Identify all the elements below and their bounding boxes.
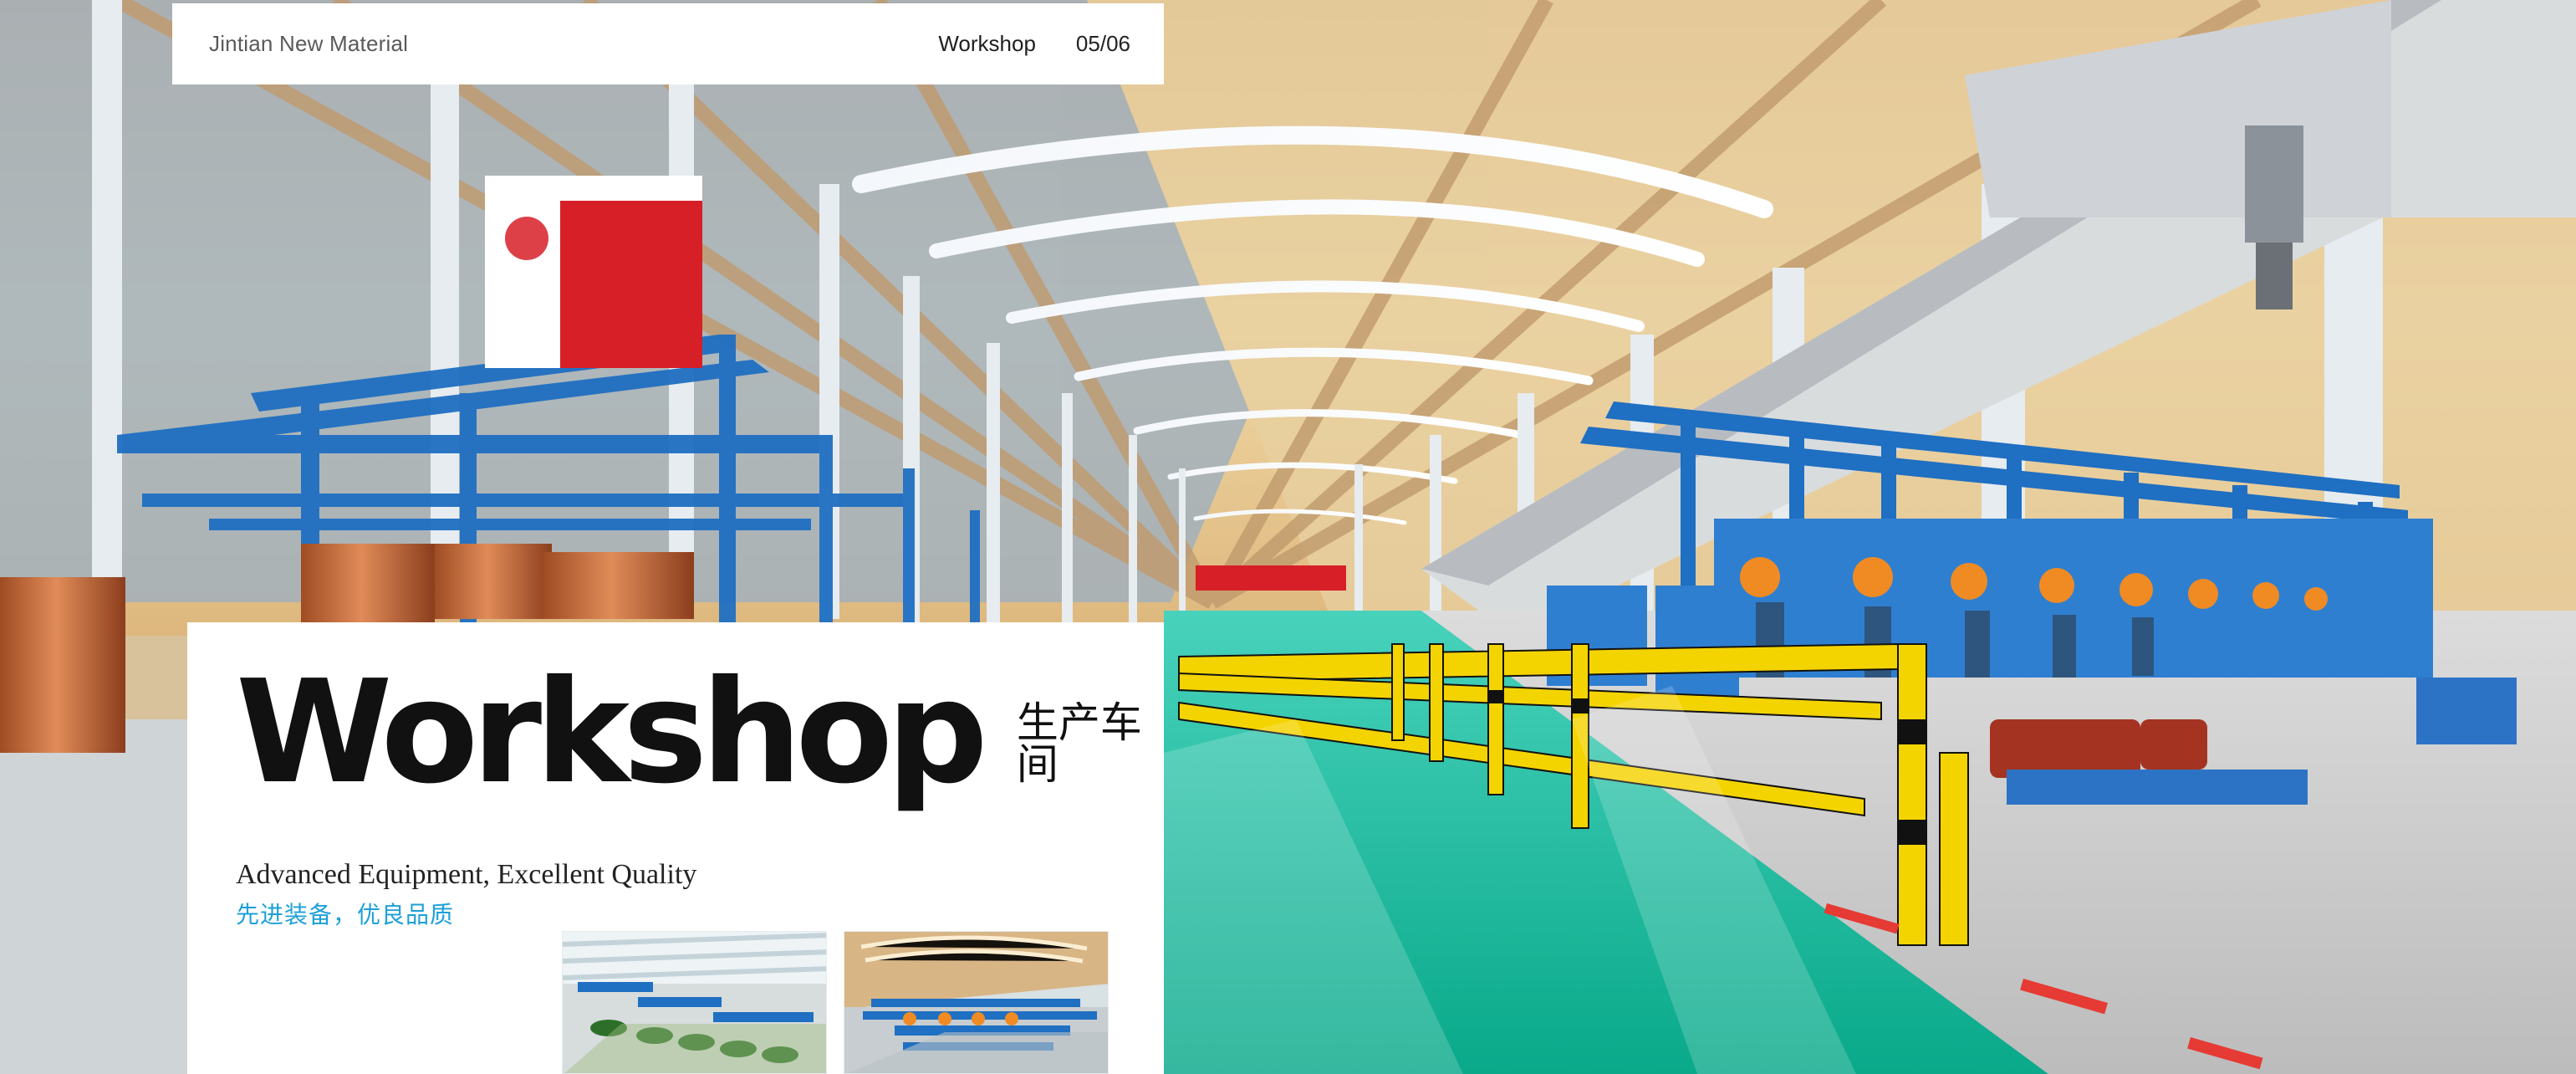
subtitle-english: Advanced Equipment, Excellent Quality (236, 859, 697, 890)
subtitle-chinese: 先进装备，优良品质 (236, 901, 455, 928)
page-title: Workshop (236, 650, 988, 816)
thumbnail-photo-1 (562, 931, 827, 1074)
thumbnail-photo-2 (844, 931, 1109, 1074)
brand-name: Jintian New Material (209, 31, 409, 56)
brochure-page: Jintian New Material Workshop 05/06 Work… (0, 0, 2576, 1074)
section-label: Workshop (938, 31, 1036, 56)
page-counter: 05/06 (1075, 31, 1130, 56)
page-title-chinese: 生产车间 (1016, 698, 1142, 789)
top-info-bar: Jintian New Material Workshop 05/06 (172, 3, 1164, 84)
content-panel: Workshop 生产车间 Advanced Equipment, Excell… (187, 622, 1164, 1074)
title-group: Workshop 生产车间 (236, 650, 1164, 816)
header-meta: Workshop 05/06 (938, 31, 1130, 57)
